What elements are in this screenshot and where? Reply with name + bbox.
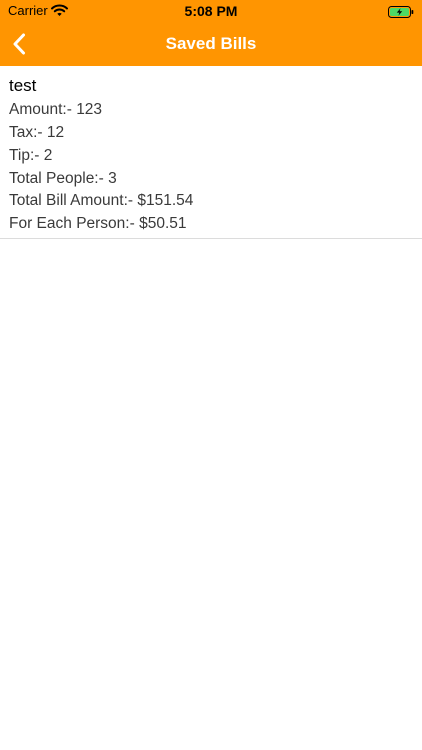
- status-bar: Carrier 5:08 PM: [0, 0, 422, 22]
- bill-amount: Amount:- 123: [9, 101, 103, 118]
- status-time: 5:08 PM: [184, 3, 238, 19]
- bill-total-people: Total People:- 3: [9, 170, 117, 187]
- navigation-bar: Saved Bills: [0, 22, 422, 66]
- bill-list-item[interactable]: test Amount:- 123 Tax:- 12 Tip:- 2 Total…: [0, 66, 422, 239]
- bill-tip: Tip:- 2: [9, 147, 53, 164]
- bill-name: test: [9, 76, 37, 95]
- cell-separator: [0, 238, 422, 239]
- bill-total-amount: Total Bill Amount:- $151.54: [9, 192, 194, 209]
- bill-per-person: For Each Person:- $50.51: [9, 215, 187, 232]
- bill-tax: Tax:- 12: [9, 124, 65, 141]
- saved-bills-list: test Amount:- 123 Tax:- 12 Tip:- 2 Total…: [0, 66, 422, 239]
- header: Carrier 5:08 PM Saved Bills: [0, 0, 422, 66]
- saved-bills-screen: Carrier 5:08 PM Saved Bills test Amount:…: [0, 0, 422, 750]
- page-title: Saved Bills: [165, 34, 257, 53]
- battery-charging-icon: [388, 5, 414, 18]
